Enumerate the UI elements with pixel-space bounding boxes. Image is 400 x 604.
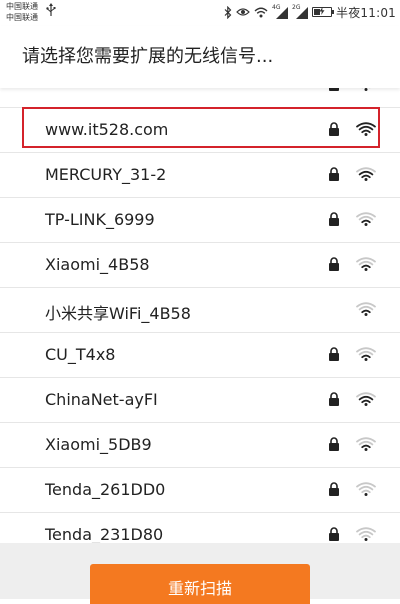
wifi-network-row[interactable]: MERCURY_31-2 <box>0 153 400 198</box>
wifi-signal-icon <box>361 88 371 91</box>
wifi-network-name: Xiaomi_4B58 <box>45 255 150 274</box>
lock-icon <box>329 437 339 451</box>
eye-icon <box>236 8 250 16</box>
signal-bars-icon <box>296 6 309 19</box>
carrier-label-1: 中国联通 <box>6 2 38 11</box>
wifi-signal-icon <box>356 257 376 271</box>
cellular-signal-1: 4G <box>272 4 289 19</box>
status-bar: 中国联通 中国联通 4G 2G 半夜11:01 <box>0 0 400 26</box>
status-time: 半夜11:01 <box>336 5 396 20</box>
carrier-label-2: 中国联通 <box>6 13 38 22</box>
status-icons: 4G 2G 半夜11:01 <box>224 3 396 21</box>
wifi-signal-icon <box>356 482 376 496</box>
wifi-signal-icon <box>356 212 376 226</box>
wifi-network-name: MERCURY_31-2 <box>45 165 167 184</box>
wifi-signal-icon <box>356 167 376 181</box>
page-title: 请选择您需要扩展的无线信号... <box>22 46 274 67</box>
wifi-signal-icon <box>356 347 376 361</box>
page-header: 请选择您需要扩展的无线信号... <box>0 26 400 88</box>
footer-bar: 重新扫描 <box>0 543 400 604</box>
wifi-network-row[interactable]: CU_T4x8 <box>0 333 400 378</box>
wifi-network-row[interactable]: ChinaNet-ayFI <box>0 378 400 423</box>
battery-icon <box>312 7 335 17</box>
charging-icon <box>319 7 325 15</box>
wifi-network-row[interactable]: www.it528.com <box>0 108 400 153</box>
wifi-network-row[interactable]: Xiaomi_5DB9 <box>0 423 400 468</box>
wifi-network-name: www.it528.com <box>45 120 169 139</box>
wifi-signal-icon <box>356 527 376 541</box>
wifi-network-name: ChinaNet-ayFI <box>45 390 158 409</box>
wifi-network-name: TP-LINK_6999 <box>45 210 155 229</box>
bluetooth-icon <box>224 5 232 19</box>
lock-icon <box>329 392 339 406</box>
cellular-signal-2: 2G <box>292 4 309 19</box>
wifi-network-row[interactable]: Xiaomi_4B58 <box>0 243 400 288</box>
lock-icon <box>329 482 339 496</box>
wifi-status-icon <box>254 7 268 17</box>
wifi-network-name: Tenda_231D80 <box>45 525 164 543</box>
lock-icon <box>329 88 339 91</box>
wifi-network-name: Tenda_261DD0 <box>45 480 166 499</box>
wifi-network-row[interactable] <box>0 88 400 108</box>
rescan-button[interactable]: 重新扫描 <box>90 564 310 604</box>
wifi-signal-icon <box>356 392 376 406</box>
wifi-signal-icon <box>356 302 376 316</box>
lock-icon <box>329 122 339 136</box>
wifi-network-name: CU_T4x8 <box>45 345 116 364</box>
wifi-network-list[interactable]: www.it528.com MERCURY_31-2 TP-LINK_6999 Xia… <box>0 88 400 543</box>
carrier-info: 中国联通 中国联通 <box>6 1 38 23</box>
wifi-network-name: 小米共享WiFi_4B58 <box>45 304 191 323</box>
lock-icon <box>329 212 339 226</box>
wifi-network-row[interactable]: TP-LINK_6999 <box>0 198 400 243</box>
usb-icon <box>46 3 56 16</box>
lock-icon <box>329 527 339 541</box>
wifi-network-row[interactable]: 小米共享WiFi_4B58 <box>0 288 400 333</box>
lock-icon <box>329 167 339 181</box>
lock-icon <box>329 347 339 361</box>
wifi-signal-icon <box>356 122 376 136</box>
lock-icon <box>329 257 339 271</box>
wifi-network-name: Xiaomi_5DB9 <box>45 435 152 454</box>
wifi-signal-icon <box>356 437 376 451</box>
wifi-network-row[interactable]: Tenda_231D80 <box>0 513 400 543</box>
signal-bars-icon <box>276 6 289 19</box>
wifi-network-row[interactable]: Tenda_261DD0 <box>0 468 400 513</box>
